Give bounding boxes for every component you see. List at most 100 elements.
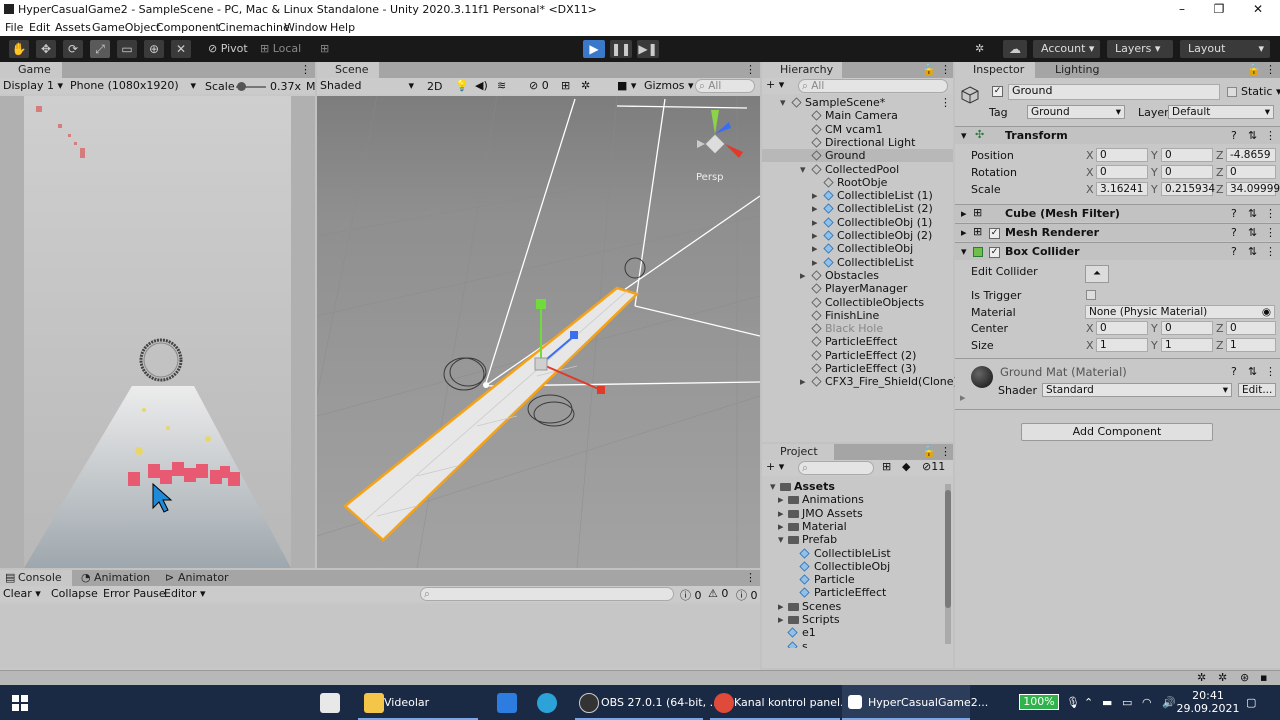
box-collider-header[interactable]: ▾ ✓ Box Collider ? ⇅ ⋮ <box>955 242 1280 260</box>
help-icon[interactable]: ? <box>1231 365 1237 378</box>
hierarchy-item[interactable]: ParticleEffect (2) <box>762 349 953 362</box>
game-menu-icon[interactable]: ⋮ <box>300 63 311 76</box>
hierarchy-item[interactable]: ▸ CFX3_Fire_Shield(Clone) <box>762 375 958 388</box>
foldout-arrow-icon[interactable]: ▸ <box>812 256 818 269</box>
size-x-field[interactable]: 1 <box>1096 338 1148 352</box>
foldout-arrow-icon[interactable]: ▸ <box>800 269 806 282</box>
project-item[interactable]: ▸ Scripts <box>762 613 944 626</box>
size-z-field[interactable]: 1 <box>1226 338 1276 352</box>
foldout-arrow-icon[interactable]: ▸ <box>812 189 818 202</box>
taskbar-obs[interactable]: OBS 27.0.1 (64-bit, ... <box>575 685 720 720</box>
scene-viewport[interactable]: Persp <box>317 96 760 568</box>
editor-dropdown[interactable]: Editor ▾ <box>164 587 206 600</box>
project-item[interactable]: ▸ Animations <box>762 493 944 506</box>
presets-icon[interactable]: ⇅ <box>1248 226 1257 239</box>
project-item[interactable]: ▾ Prefab <box>762 533 944 546</box>
tab-animation[interactable]: ◔ Animation <box>76 570 158 586</box>
help-icon[interactable]: ? <box>1231 129 1237 142</box>
inspector-lock-icon[interactable]: 🔒 <box>1247 63 1261 76</box>
auto-generate-lighting-icon[interactable]: ✲ <box>1197 671 1206 684</box>
layers-dropdown[interactable]: Layers ▾ <box>1107 40 1173 58</box>
center-y-field[interactable]: 0 <box>1161 321 1213 335</box>
foldout-arrow-icon[interactable]: ▾ <box>770 480 776 493</box>
foldout-arrow-icon[interactable]: ▸ <box>778 600 784 613</box>
foldout-arrow-icon[interactable]: ▾ <box>780 96 786 109</box>
project-item[interactable]: CollectibleObj <box>762 560 944 573</box>
scene-menu-icon[interactable]: ⋮ <box>745 63 756 76</box>
rotation-z-field[interactable]: 0 <box>1226 165 1276 179</box>
hierarchy-item[interactable]: CM vcam1 <box>762 123 953 136</box>
project-scrollbar[interactable] <box>945 484 951 644</box>
hierarchy-item[interactable]: ▸ Obstacles <box>762 269 953 282</box>
game-render[interactable] <box>24 96 291 568</box>
cache-icon[interactable]: ▪ <box>1260 671 1267 684</box>
account-dropdown[interactable]: Account ▾ <box>1033 40 1100 58</box>
grid-snap-icon[interactable]: ⊞ <box>320 42 329 55</box>
presets-icon[interactable]: ⇅ <box>1248 245 1257 258</box>
mesh-renderer-header[interactable]: ▸ ⊞ ✓ Mesh Renderer ? ⇅ ⋮ <box>955 223 1280 241</box>
info-count-toggle[interactable]: ⓘ 0 <box>680 587 702 603</box>
menu-edit[interactable]: Edit <box>29 21 50 34</box>
component-menu-icon[interactable]: ⋮ <box>1265 245 1276 258</box>
display-dropdown[interactable]: Display 1 ▾ <box>3 79 63 92</box>
hierarchy-item[interactable]: Black Hole <box>762 322 953 335</box>
debug-icon[interactable]: ⊛ <box>1240 671 1249 684</box>
shader-dropdown[interactable]: Standard ▾ <box>1042 383 1232 397</box>
audio-toggle-icon[interactable]: ◀) <box>475 79 488 92</box>
gizmos-dropdown[interactable]: Gizmos ▾ <box>644 79 694 92</box>
center-x-field[interactable]: 0 <box>1096 321 1148 335</box>
local-toggle[interactable]: ⊞ Local <box>260 42 301 55</box>
mesh-renderer-enabled-checkbox[interactable]: ✓ <box>989 228 1000 239</box>
foldout-arrow-icon[interactable]: ▸ <box>812 242 818 255</box>
notifications-icon[interactable]: ▢ <box>1246 685 1256 720</box>
minimize-button[interactable]: – <box>1172 2 1192 16</box>
hand-tool-icon[interactable]: ✋ <box>9 40 29 58</box>
position-y-field[interactable]: 0 <box>1161 148 1213 162</box>
usb-icon[interactable]: ▬ <box>1102 685 1112 720</box>
battery-icon[interactable]: ▭ <box>1122 685 1132 720</box>
size-y-field[interactable]: 1 <box>1161 338 1213 352</box>
cloud-icon[interactable]: ☁ <box>1003 40 1027 58</box>
tab-project[interactable]: Project <box>762 444 834 460</box>
tab-animator[interactable]: ⊳ Animator <box>160 570 240 586</box>
project-item[interactable]: Particle <box>762 573 944 586</box>
foldout-arrow-icon[interactable]: ▾ <box>800 163 806 176</box>
bake-icon[interactable]: ✲ <box>1218 671 1227 684</box>
mesh-filter-header[interactable]: ▸ ⊞ Cube (Mesh Filter) ? ⇅ ⋮ <box>955 204 1280 222</box>
transform-header[interactable]: ▾ ✣ Transform ? ⇅ ⋮ <box>955 126 1280 144</box>
shading-dropdown[interactable]: Shaded ▾ <box>320 79 416 92</box>
component-menu-icon[interactable]: ⋮ <box>1265 365 1276 378</box>
center-z-field[interactable]: 0 <box>1226 321 1276 335</box>
physic-material-field[interactable]: None (Physic Material) ◉ <box>1085 305 1275 319</box>
tab-console[interactable]: ▤ Console <box>0 570 72 586</box>
shader-edit-button[interactable]: Edit... <box>1238 383 1276 397</box>
rotation-y-field[interactable]: 0 <box>1161 165 1213 179</box>
hierarchy-item[interactable]: ▸ CollectibleList <box>762 256 953 269</box>
hidden-packages-toggle[interactable]: ⊘11 <box>922 460 945 473</box>
tools-icon[interactable]: ✲ <box>581 79 590 92</box>
hierarchy-item[interactable]: Ground <box>762 149 953 163</box>
project-create-dropdown[interactable]: + ▾ <box>766 460 784 473</box>
lock-icon[interactable]: 🔒 <box>922 63 936 76</box>
hierarchy-item[interactable]: ParticleEffect <box>762 335 953 348</box>
tab-lighting[interactable]: Lighting <box>1037 62 1117 78</box>
scale-tool-icon[interactable]: ⤢ <box>90 40 110 58</box>
menu-component[interactable]: Component <box>156 21 220 34</box>
edit-collider-button[interactable]: ⏶ <box>1085 265 1109 283</box>
menu-window[interactable]: Window <box>284 21 327 34</box>
rect-tool-icon[interactable]: ▭ <box>117 40 137 58</box>
hierarchy-item[interactable]: ▾ SampleScene* ⋮ <box>762 96 953 109</box>
foldout-arrow-icon[interactable]: ▸ <box>812 202 818 215</box>
rotate-tool-icon[interactable]: ⟳ <box>63 40 83 58</box>
foldout-arrow-icon[interactable]: ▸ <box>778 520 784 533</box>
presets-icon[interactable]: ⇅ <box>1248 365 1257 378</box>
custom-tool-icon[interactable]: ✕ <box>171 40 191 58</box>
clock[interactable]: 20:41 29.09.2021 <box>1177 689 1240 715</box>
help-icon[interactable]: ? <box>1231 226 1237 239</box>
collapse-toggle[interactable]: Collapse <box>51 587 98 600</box>
presets-icon[interactable]: ⇅ <box>1248 207 1257 220</box>
project-item[interactable]: ▸ Material <box>762 520 944 533</box>
position-x-field[interactable]: 0 <box>1096 148 1148 162</box>
help-icon[interactable]: ? <box>1231 207 1237 220</box>
component-menu-icon[interactable]: ⋮ <box>1265 207 1276 220</box>
